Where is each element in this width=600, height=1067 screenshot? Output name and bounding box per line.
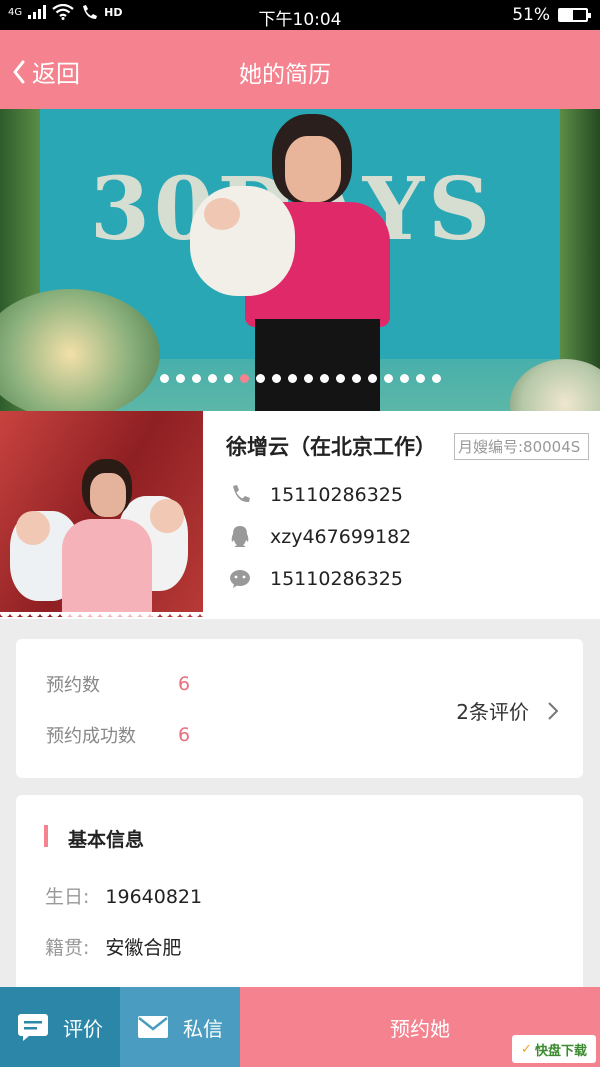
comment-icon — [18, 1014, 48, 1041]
review-button[interactable]: 评价 — [0, 987, 120, 1067]
message-label: 私信 — [183, 1016, 223, 1041]
carousel-dot[interactable] — [255, 374, 265, 383]
bookings-label: 预约数 — [46, 675, 100, 696]
carousel-dot[interactable] — [271, 374, 281, 383]
origin-value: 安徽合肥 — [105, 937, 182, 959]
reviews-link[interactable]: 2条评价 — [456, 696, 559, 725]
profile-card: 徐增云（在北京工作） 月嫂编号:80004S 15110286325 xzy46… — [0, 411, 600, 619]
carousel-dot[interactable] — [303, 374, 313, 383]
mail-icon — [138, 1016, 168, 1038]
phone-number: 15110286325 — [270, 484, 403, 506]
stats-card: 预约数 6 预约成功数 6 2条评价 — [16, 639, 583, 778]
birthday-value: 19640821 — [105, 886, 203, 908]
review-label: 评价 — [63, 1016, 103, 1041]
carousel-dot[interactable] — [207, 374, 217, 383]
origin-row: 籍贯: 安徽合肥 — [45, 933, 181, 960]
carousel-dot[interactable] — [415, 374, 425, 383]
bookings-value: 6 — [178, 673, 191, 695]
profile-photo[interactable] — [0, 411, 203, 617]
zigzag-divider — [0, 612, 600, 622]
carousel-dot[interactable] — [287, 374, 297, 383]
page-title: 她的简历 — [239, 62, 331, 88]
carousel-dot[interactable] — [239, 374, 249, 383]
battery-icon — [558, 8, 591, 22]
photo-carousel[interactable]: 30DAYS — [0, 109, 600, 411]
wechat-row[interactable]: 15110286325 — [228, 567, 403, 591]
battery-percent: 51% — [512, 5, 550, 25]
success-label: 预约成功数 — [46, 726, 136, 747]
chevron-right-icon — [548, 701, 559, 720]
carousel-dot[interactable] — [223, 374, 233, 383]
qq-icon — [228, 525, 252, 549]
qq-row[interactable]: xzy467699182 — [228, 525, 411, 549]
wechat-icon — [228, 567, 252, 591]
bottom-action-bar: 评价 私信 预约她 — [0, 987, 600, 1067]
qq-number: xzy467699182 — [270, 526, 412, 548]
carousel-dot[interactable] — [319, 374, 329, 383]
watermark-logo: ✓ 快盘下载 — [512, 1035, 596, 1063]
nav-bar: 返回 她的简历 — [0, 30, 600, 109]
carousel-dot[interactable] — [175, 374, 185, 383]
status-right: 51% — [512, 5, 591, 25]
watermark-text: 快盘下载 — [534, 1043, 587, 1059]
carousel-dot[interactable] — [159, 374, 169, 383]
success-value: 6 — [178, 724, 191, 746]
origin-label: 籍贯: — [45, 937, 90, 959]
book-label: 预约她 — [390, 1016, 450, 1041]
carousel-dot[interactable] — [351, 374, 361, 383]
nanny-id-badge: 月嫂编号:80004S — [454, 433, 589, 460]
carousel-dot[interactable] — [191, 374, 201, 383]
phone-row[interactable]: 15110286325 — [228, 483, 403, 507]
carousel-dot[interactable] — [335, 374, 345, 383]
watermark-mark: ✓ — [521, 1041, 532, 1057]
carousel-dot[interactable] — [399, 374, 409, 383]
carousel-dot[interactable] — [383, 374, 393, 383]
birthday-row: 生日: 19640821 — [45, 882, 202, 909]
carousel-indicator — [0, 374, 600, 383]
message-button[interactable]: 私信 — [120, 987, 240, 1067]
carousel-dot[interactable] — [367, 374, 377, 383]
status-clock: 下午10:04 — [258, 10, 342, 30]
bookings-stat: 预约数 6 — [46, 671, 190, 697]
phone-icon — [228, 483, 252, 507]
banner-photo-person — [190, 114, 410, 411]
status-bar: 4G HD 下午10:04 51% — [0, 0, 600, 30]
profile-name: 徐增云（在北京工作） — [226, 435, 436, 459]
wechat-id: 15110286325 — [270, 568, 403, 590]
section-title: 基本信息 — [44, 825, 144, 852]
reviews-label: 2条评价 — [456, 700, 529, 724]
birthday-label: 生日: — [45, 886, 90, 908]
banner-flowers-right — [510, 359, 600, 411]
success-stat: 预约成功数 6 — [46, 722, 190, 748]
carousel-dot[interactable] — [431, 374, 441, 383]
